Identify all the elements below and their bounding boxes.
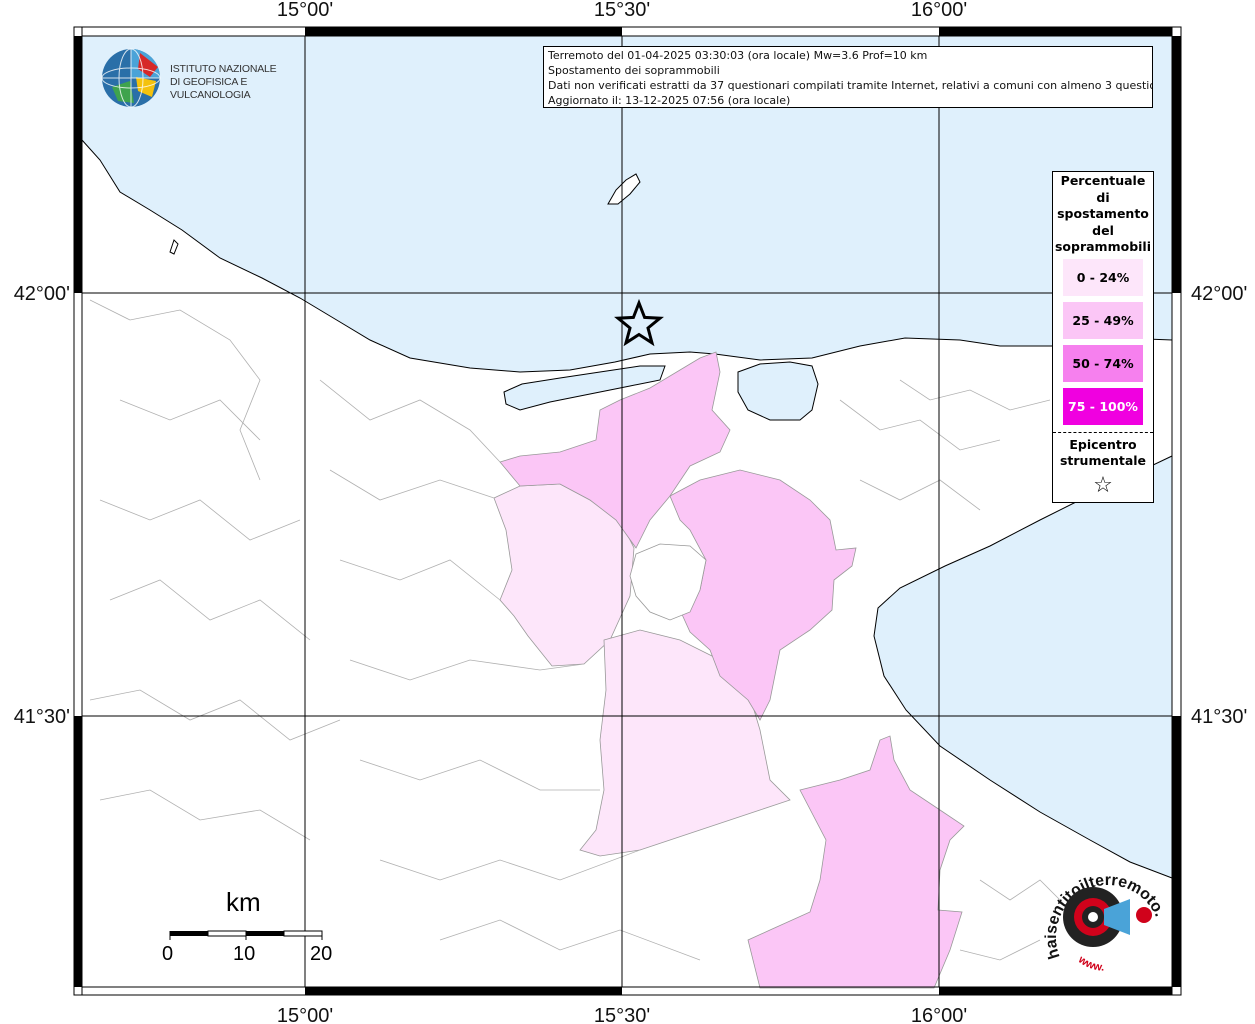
legend-class-75-100: 75 - 100% — [1063, 387, 1143, 425]
lat-label-right-2: 41°30' — [1191, 706, 1247, 728]
legend-separator — [1053, 431, 1153, 433]
legend: Percentuale di spostamento del soprammob… — [1052, 171, 1154, 503]
legend-class-0-24: 0 - 24% — [1063, 258, 1143, 296]
lat-label-left-1: 42°00' — [14, 283, 70, 305]
legend-title-line: spostamento — [1057, 206, 1149, 221]
legend-class-25-49: 25 - 49% — [1063, 301, 1143, 339]
lon-label-bottom-1: 15°00' — [277, 1005, 333, 1024]
event-info-box: Terremoto del 01-04-2025 03:30:03 (ora l… — [543, 46, 1153, 108]
lon-label-bottom-3: 16°00' — [911, 1005, 967, 1024]
lon-label-bottom-2: 15°30' — [594, 1005, 650, 1024]
update-timestamp: Aggiornato il: 13-12-2025 07:56 (ora loc… — [548, 94, 791, 107]
ingv-logo-text: ISTITUTO NAZIONALE DI GEOFISICA E VULCAN… — [170, 63, 310, 102]
legend-epicenter-label: Epicentro strumentale — [1053, 437, 1153, 469]
legend-title-line: di — [1096, 189, 1110, 205]
legend-title-line: soprammobili — [1054, 239, 1151, 254]
globe-logo-icon — [101, 48, 161, 108]
legend-epicenter-line: Epicentro — [1069, 436, 1137, 452]
data-source-note: Dati non verificati estratti da 37 quest… — [548, 79, 1153, 92]
scale-tick-0: 0 — [162, 943, 174, 965]
ingv-logo: ISTITUTO NAZIONALE DI GEOFISICA E VULCAN… — [100, 47, 310, 111]
ingv-logo-line1: ISTITUTO NAZIONALE — [170, 63, 277, 75]
lat-label-right-1: 42°00' — [1191, 283, 1247, 305]
scale-tick-20: 20 — [310, 943, 333, 965]
legend-title-line: del — [1092, 222, 1114, 238]
lon-label-top-1: 15°00' — [277, 0, 333, 21]
lagoon-varano — [737, 361, 819, 421]
legend-star-icon: ☆ — [1093, 472, 1113, 498]
legend-title-line: Percentuale — [1060, 173, 1146, 188]
scale-tick-10: 10 — [233, 943, 256, 965]
lat-label-left-2: 41°30' — [14, 706, 70, 728]
hst-badge[interactable]: haisentitoilterremoto.it www. — [1038, 857, 1168, 977]
legend-class-50-74: 50 - 74% — [1063, 344, 1143, 382]
hst-url-text: www. — [1075, 953, 1104, 974]
ingv-logo-line2: DI GEOFISICA E VULCANOLOGIA — [170, 76, 251, 101]
map-subject: Spostamento dei soprammobili — [548, 64, 720, 77]
legend-epicenter-line: strumentale — [1059, 452, 1147, 468]
lon-label-top-3: 16°00' — [911, 0, 967, 21]
lon-label-top-2: 15°30' — [594, 0, 650, 21]
event-summary: Terremoto del 01-04-2025 03:30:03 (ora l… — [548, 49, 928, 62]
legend-title: Percentuale di spostamento del soprammob… — [1053, 172, 1153, 256]
scale-unit-label: km — [226, 887, 261, 917]
